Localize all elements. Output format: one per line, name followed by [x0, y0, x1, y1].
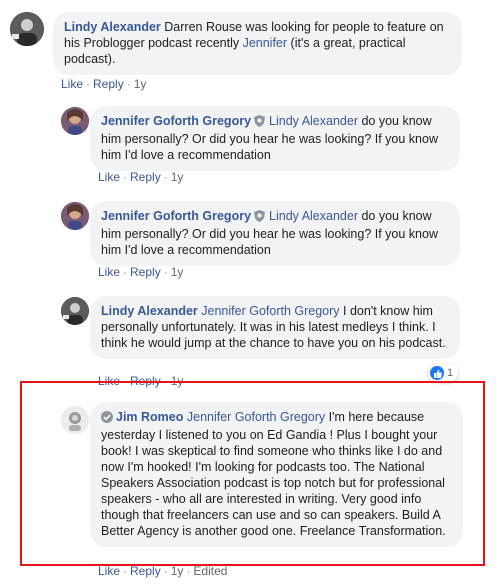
author-name[interactable]: Lindy Alexander — [101, 304, 198, 318]
avatar-photo-icon — [61, 202, 89, 230]
reply-link[interactable]: Reply — [130, 564, 161, 578]
author-name[interactable]: Jennifer Goforth Gregory — [101, 114, 251, 128]
comment-actions: Like · Reply · 1y — [98, 265, 184, 279]
mention-link[interactable]: Lindy Alexander — [269, 209, 358, 223]
comment-text: I'm here because yesterday I listened to… — [101, 410, 446, 538]
reaction-number: 1 — [447, 367, 454, 379]
avatar[interactable] — [10, 12, 44, 46]
edited-label[interactable]: Edited — [193, 564, 227, 578]
comment-actions: Like · Reply · 1y · Edited — [98, 564, 228, 578]
like-link[interactable]: Like — [98, 265, 120, 279]
comment-bubble: Jim Romeo Jennifer Goforth Gregory I'm h… — [90, 402, 463, 547]
mention-link[interactable]: Jennifer Goforth Gregory — [201, 304, 339, 318]
reaction-count[interactable]: 1 — [428, 364, 459, 382]
shield-badge-icon — [254, 115, 266, 131]
thumbs-up-icon — [430, 366, 444, 380]
shield-badge-icon — [254, 210, 266, 226]
mention-link[interactable]: Jennifer — [243, 36, 287, 50]
avatar-photo-icon — [61, 297, 89, 325]
comment-bubble: Jennifer Goforth Gregory Lindy Alexander … — [90, 201, 460, 266]
avatar[interactable] — [61, 406, 89, 434]
avatar-photo-icon — [10, 12, 44, 46]
reply-link[interactable]: Reply — [93, 77, 124, 91]
timestamp[interactable]: 1y — [171, 564, 184, 578]
mention-link[interactable]: Jennifer Goforth Gregory — [187, 410, 325, 424]
author-name[interactable]: Lindy Alexander — [64, 20, 161, 34]
reply-link[interactable]: Reply — [130, 265, 161, 279]
avatar[interactable] — [61, 297, 89, 325]
timestamp[interactable]: 1y — [134, 77, 147, 91]
avatar[interactable] — [61, 202, 89, 230]
author-name[interactable]: Jennifer Goforth Gregory — [101, 209, 251, 223]
comment-bubble: Jennifer Goforth Gregory Lindy Alexander … — [90, 106, 460, 171]
comment-actions: Like · Reply · 1y — [98, 170, 184, 184]
avatar-photo-icon — [61, 406, 89, 434]
check-badge-icon — [101, 411, 113, 427]
mention-link[interactable]: Lindy Alexander — [269, 114, 358, 128]
reply-link[interactable]: Reply — [130, 170, 161, 184]
avatar[interactable] — [61, 107, 89, 135]
like-link[interactable]: Like — [98, 564, 120, 578]
timestamp[interactable]: 1y — [171, 265, 184, 279]
timestamp[interactable]: 1y — [171, 170, 184, 184]
author-name[interactable]: Jim Romeo — [116, 410, 183, 424]
like-link[interactable]: Like — [98, 170, 120, 184]
like-link[interactable]: Like — [61, 77, 83, 91]
comment-actions: Like · Reply · 1y — [61, 77, 147, 91]
comment-bubble: Lindy Alexander Jennifer Goforth Gregory… — [90, 296, 460, 359]
avatar-photo-icon — [61, 107, 89, 135]
comment-bubble: Lindy Alexander Darren Rouse was looking… — [53, 12, 462, 75]
